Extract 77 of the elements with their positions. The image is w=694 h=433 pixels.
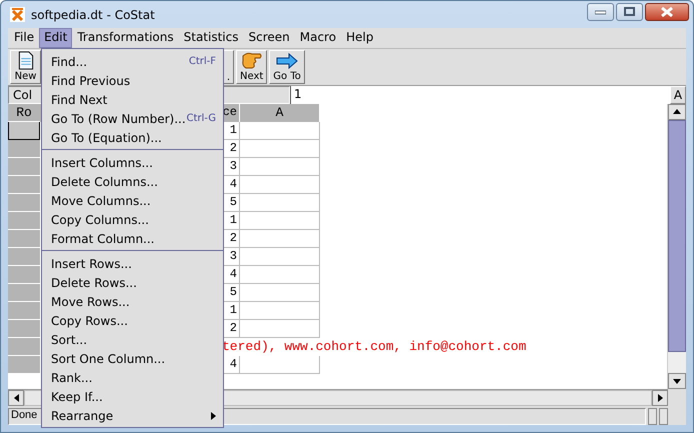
toolbar-button[interactable]: New	[10, 50, 41, 84]
menu-item-label: Move Rows...	[51, 294, 131, 308]
menu-item[interactable]: Sort...	[42, 330, 223, 349]
menu-item[interactable]: Move Rows...	[42, 292, 223, 311]
shortcut-label: Ctrl-G	[186, 113, 216, 124]
menu-item-label: Insert Rows...	[51, 256, 133, 270]
menu-item-label: Delete Columns...	[51, 174, 159, 188]
scroll-right-button[interactable]	[652, 390, 668, 406]
scroll-thumb[interactable]	[668, 120, 686, 352]
menu-item[interactable]: Rank...	[42, 368, 223, 387]
toolbar-button[interactable]: .	[223, 50, 234, 84]
column-header[interactable]: A	[240, 104, 320, 122]
menu-item[interactable]: Delete Columns...	[42, 172, 223, 191]
notice-text: tered), www.cohort.com, info@cohort.com	[222, 338, 526, 356]
column-button[interactable]: A	[670, 86, 686, 104]
menu-item[interactable]: Copy Columns...	[42, 210, 223, 229]
cell-value-field[interactable]: 1	[290, 86, 670, 104]
menu-item[interactable]: Insert Rows...	[42, 254, 223, 273]
maximize-button[interactable]	[616, 2, 643, 20]
scroll-down-button[interactable]	[668, 373, 686, 390]
right-arrow-icon	[276, 52, 298, 70]
menu-item-label: Insert Columns...	[51, 156, 154, 170]
menu-item[interactable]: Screen	[243, 28, 295, 48]
submenu-arrow-icon	[211, 412, 216, 420]
app-icon	[10, 7, 25, 22]
down-arrow-icon	[673, 378, 681, 384]
row-header[interactable]	[8, 122, 40, 140]
shortcut-label: Ctrl-F	[188, 56, 216, 67]
menu-item-label: Go To (Equation)...	[51, 130, 163, 144]
menu-item[interactable]: Edit	[39, 28, 72, 48]
menu-item[interactable]: Sort One Column...	[42, 349, 223, 368]
menu-item-label: Go To (Row Number)...	[51, 112, 186, 126]
menu-item-label: Copy Rows...	[51, 314, 129, 328]
menu-item-label: Sort...	[51, 332, 88, 346]
menu-item[interactable]: Move Columns...	[42, 191, 223, 210]
toolbar-button[interactable]: Next	[236, 50, 268, 84]
menu-item[interactable]: Find... Ctrl-F	[42, 52, 223, 71]
menu-item-label: Keep If...	[51, 390, 104, 404]
up-arrow-icon	[673, 109, 681, 114]
menu-item[interactable]: Copy Rows...	[42, 311, 223, 330]
menu-item-label: Copy Columns...	[51, 212, 150, 226]
menu-item-label: Delete Rows...	[51, 276, 138, 290]
left-arrow-icon	[14, 394, 18, 402]
right-arrow-icon	[658, 394, 662, 402]
menu-item-label: Rank...	[51, 370, 94, 384]
pointing-hand-icon	[240, 50, 263, 70]
maximize-icon	[624, 7, 635, 16]
scroll-up-button[interactable]	[668, 104, 686, 120]
menu-item[interactable]: Macro	[294, 28, 342, 48]
window-title: softpedia.dt - CoStat	[31, 8, 156, 22]
minimize-button[interactable]	[587, 2, 614, 20]
menu-item[interactable]: Find Previous	[42, 71, 223, 90]
menu-item[interactable]: Go To (Equation)...	[42, 128, 223, 147]
menu-item[interactable]: Rearrange	[42, 406, 223, 425]
menu-item[interactable]: Delete Rows...	[42, 273, 223, 292]
menu-item-label: Find Next	[51, 92, 108, 106]
menu-item-label: Sort One Column...	[51, 352, 166, 366]
menu-item-label: Format Column...	[51, 232, 156, 246]
menu-item-label: Rearrange	[51, 408, 114, 422]
menu-item-label: Find Previous	[51, 74, 132, 88]
menu-item-label: Find...	[51, 54, 88, 68]
menu-item[interactable]: Insert Columns...	[42, 153, 223, 172]
document-icon	[16, 50, 34, 70]
menu-item[interactable]: File	[9, 28, 40, 48]
close-icon	[660, 6, 674, 16]
minimize-icon	[595, 8, 606, 15]
close-button[interactable]	[645, 2, 689, 20]
menu-item[interactable]: Help	[341, 28, 378, 48]
menu-item-label: Move Columns...	[51, 194, 152, 208]
toolbar-button[interactable]: Go To	[269, 50, 305, 84]
scroll-left-button[interactable]	[8, 390, 24, 406]
column-header[interactable]: Ro	[8, 104, 40, 122]
menu-item[interactable]: Find Next	[42, 90, 223, 109]
menu-item[interactable]: Format Column...	[42, 229, 223, 248]
menu-item[interactable]: Transformations	[72, 28, 179, 48]
menu-item[interactable]: Go To (Row Number)...Ctrl-G	[42, 109, 223, 128]
menu-item[interactable]: Statistics	[178, 28, 244, 48]
